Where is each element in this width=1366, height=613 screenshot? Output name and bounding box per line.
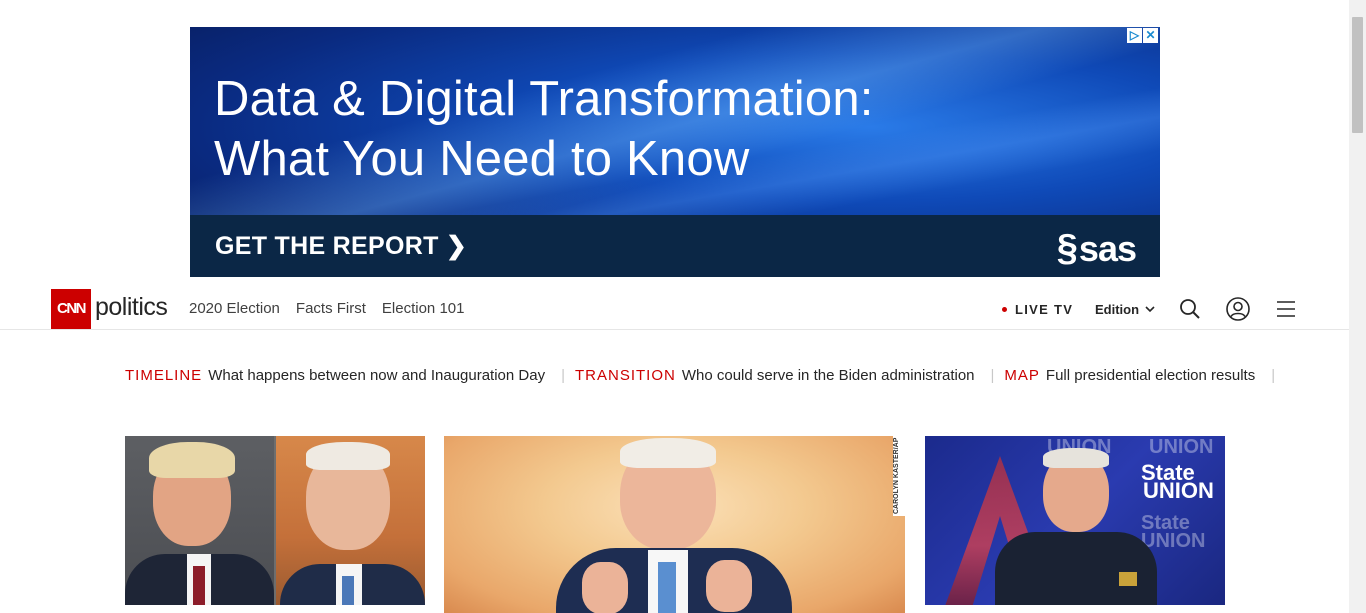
uniform-shape — [995, 532, 1157, 605]
photo-trump — [125, 436, 274, 605]
trending-text: What happens between now and Inauguratio… — [208, 367, 546, 384]
live-tv-label: LIVE TV — [1015, 302, 1074, 317]
tie-shape — [658, 562, 676, 613]
background-text: UNION — [1141, 530, 1206, 552]
close-icon[interactable]: ✕ — [1143, 28, 1158, 43]
trending-label: TRANSITION — [575, 367, 676, 384]
story-image-biden-speech[interactable]: CAROLYN KASTER/AP — [444, 436, 905, 613]
background-text: UNION — [1149, 436, 1214, 458]
divider: | — [990, 367, 995, 384]
section-nav: 2020 Election Facts First Election 101 — [189, 300, 464, 317]
live-tv-link[interactable]: LIVE TV — [1002, 302, 1073, 317]
trending-text: Who could serve in the Biden administrat… — [681, 367, 975, 384]
nav-item-2020-election[interactable]: 2020 Election — [189, 300, 280, 317]
tie-shape — [342, 576, 354, 605]
trending-item-timeline[interactable]: TIMELINE What happens between now and In… — [125, 367, 545, 384]
page-scrollbar[interactable] — [1349, 0, 1366, 613]
search-icon[interactable] — [1178, 297, 1202, 321]
photo-biden — [276, 436, 425, 605]
hand-shape — [706, 560, 752, 612]
trending-item-map[interactable]: MAP Full presidential election results — [1004, 367, 1255, 384]
story-image-trump-biden[interactable] — [125, 436, 425, 605]
nav-item-facts-first[interactable]: Facts First — [296, 300, 366, 317]
scrollbar-thumb[interactable] — [1352, 17, 1363, 133]
sas-logo-icon: § — [1056, 227, 1078, 269]
trending-item-transition[interactable]: TRANSITION Who could serve in the Biden … — [575, 367, 975, 384]
ad-brand-name: sas — [1078, 227, 1137, 269]
ad-cta-link[interactable]: GET THE REPORT ❯ — [215, 231, 467, 261]
advertisement-banner[interactable]: Data & Digital Transformation: What You … — [190, 27, 1160, 277]
trending-text: Full presidential election results — [1045, 367, 1256, 384]
photo-credit: CAROLYN KASTER/AP — [893, 436, 905, 516]
ad-footer-bar: GET THE REPORT ❯ § sas — [190, 215, 1160, 277]
insignia-shape — [1119, 572, 1137, 586]
divider: | — [561, 367, 565, 384]
section-name[interactable]: politics — [95, 293, 168, 322]
hand-shape — [582, 562, 628, 613]
ad-brand-logo: § sas — [1056, 227, 1137, 270]
story-image-state-of-the-union[interactable]: UNION UNION State UNION State UNION — [925, 436, 1225, 605]
hair-shape — [620, 438, 716, 468]
edition-dropdown[interactable]: Edition — [1095, 302, 1155, 317]
ad-headline: Data & Digital Transformation: What You … — [214, 69, 874, 189]
hair-shape — [149, 442, 235, 478]
trending-bar: TIMELINE What happens between now and In… — [125, 367, 1285, 384]
trending-label: MAP — [1004, 367, 1040, 384]
menu-icon[interactable] — [1274, 297, 1298, 321]
ad-headline-line1: Data & Digital Transformation: — [214, 72, 874, 126]
edition-label: Edition — [1095, 302, 1140, 317]
live-indicator-icon — [1002, 307, 1007, 312]
cnn-logo[interactable]: CNN — [51, 289, 91, 329]
chevron-right-icon: ❯ — [445, 232, 468, 260]
ad-cta-label: GET THE REPORT — [215, 232, 439, 260]
tie-shape — [193, 566, 205, 605]
nav-item-election-101[interactable]: Election 101 — [382, 300, 465, 317]
chevron-down-icon — [1145, 306, 1155, 313]
account-icon[interactable] — [1226, 297, 1250, 321]
hair-shape — [306, 442, 390, 470]
ad-headline-line2: What You Need to Know — [214, 132, 750, 186]
adchoices-icon[interactable]: ▷ — [1127, 28, 1142, 43]
show-logo-subtitle: UNION — [1143, 478, 1214, 503]
hair-shape — [1043, 448, 1109, 468]
ad-choices: ▷ ✕ — [1127, 28, 1158, 43]
trending-label: TIMELINE — [125, 367, 203, 384]
divider: | — [1271, 367, 1276, 384]
site-header: CNN politics 2020 Election Facts First E… — [0, 289, 1349, 330]
